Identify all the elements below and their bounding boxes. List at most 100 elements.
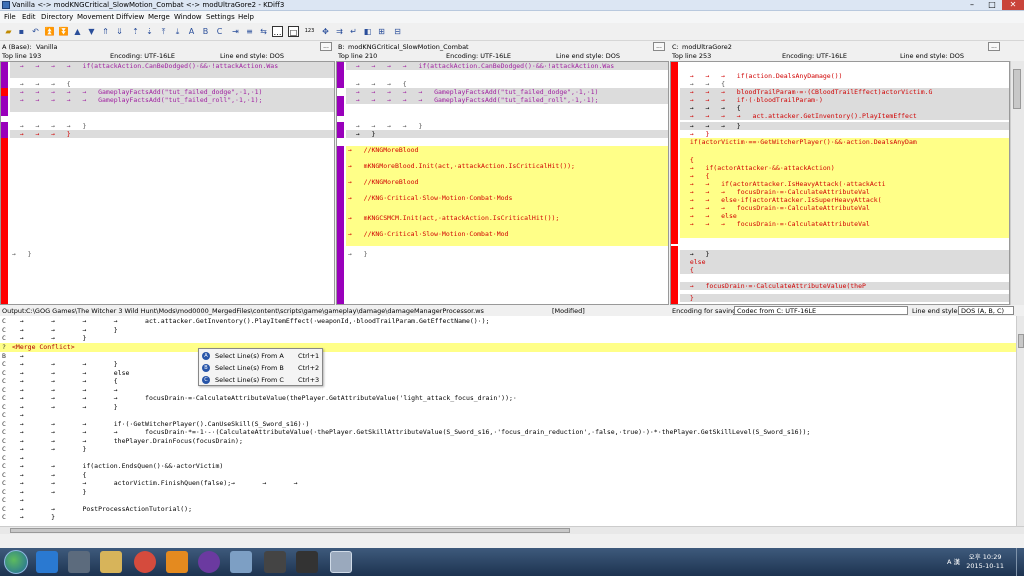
- wordwrap-icon[interactable]: ↵: [348, 26, 359, 37]
- toggle-window-icon[interactable]: □: [288, 26, 299, 37]
- menu-select-from-c[interactable]: C Select Line(s) From C Ctrl+3: [199, 374, 322, 386]
- overview-icon[interactable]: ◧: [362, 26, 373, 37]
- kdiff3-task-icon[interactable]: [330, 551, 352, 573]
- tool-icon[interactable]: [166, 551, 188, 573]
- explorer-icon[interactable]: [100, 551, 122, 573]
- toggle-dots-icon[interactable]: …: [272, 26, 283, 37]
- status-bar: [0, 534, 1024, 548]
- pane-a-code: → → → → if(attackAction.CanBeDodged()·&&…: [10, 62, 334, 304]
- menu-diffview[interactable]: Diffview: [116, 13, 144, 21]
- save-icon[interactable]: ▪: [16, 26, 27, 37]
- encoding-select[interactable]: Codec from C: UTF-16LE: [734, 306, 908, 315]
- select-a-icon[interactable]: A: [186, 26, 197, 37]
- show-tabs-icon[interactable]: ⇆: [258, 26, 269, 37]
- prev-unsolved-icon[interactable]: ⇡: [130, 26, 141, 37]
- gog-icon[interactable]: [198, 551, 220, 573]
- menu-merge[interactable]: Merge: [148, 13, 170, 21]
- pane-c-file[interactable]: modUltraGore2: [682, 43, 732, 51]
- menu-file[interactable]: File: [4, 13, 16, 21]
- output-line: C → → if(action.EndsQuen()·&&·actorVicti…: [2, 462, 224, 470]
- pane-b[interactable]: → → → → if(attackAction.CanBeDodged()·&&…: [336, 61, 669, 305]
- clock[interactable]: 오후 10:29 2015-10-11: [966, 553, 1004, 571]
- pane-a-topline: Top line 193: [2, 52, 42, 60]
- merge-conflict-line[interactable]: ? <Merge Conflict>: [0, 343, 1016, 352]
- witcher-icon[interactable]: [264, 551, 286, 573]
- undo-icon[interactable]: ↶: [30, 26, 41, 37]
- next-unsolved-icon[interactable]: ⇣: [144, 26, 155, 37]
- code-line: → //KNGMoreBlood: [346, 178, 668, 194]
- select-c-icon[interactable]: C: [214, 26, 225, 37]
- menu-settings[interactable]: Settings: [206, 13, 235, 21]
- open-icon[interactable]: ▰: [3, 26, 14, 37]
- code-line: → → → focusDrain·=·CalculateAttributeVal: [680, 220, 1009, 238]
- select-b-icon[interactable]: B: [200, 26, 211, 37]
- app-icon: [2, 1, 10, 9]
- next-delta-icon[interactable]: ▼: [86, 26, 97, 37]
- pane-b-file[interactable]: modKNGCritical_SlowMotion_Combat: [348, 43, 469, 51]
- menu-help[interactable]: Help: [238, 13, 254, 21]
- menu-edit[interactable]: Edit: [22, 13, 36, 21]
- pane-a[interactable]: → → → → if(attackAction.CanBeDodged()·&&…: [0, 61, 335, 305]
- sync-icon[interactable]: ✥: [320, 26, 331, 37]
- split-icon[interactable]: ⇉: [334, 26, 345, 37]
- prev-nonwhite-icon[interactable]: ⤒: [158, 26, 169, 37]
- next-conflict-icon[interactable]: ⇓: [114, 26, 125, 37]
- output-vertical-scrollbar[interactable]: [1016, 316, 1024, 526]
- output-horizontal-scrollbar[interactable]: [0, 526, 1024, 534]
- witcher-launcher-icon[interactable]: [296, 551, 318, 573]
- prev-delta-icon[interactable]: ▲: [72, 26, 83, 37]
- menu-window[interactable]: Window: [174, 13, 202, 21]
- show-whitespace-icon[interactable]: ≡: [244, 26, 255, 37]
- scroll-thumb[interactable]: [1018, 334, 1024, 348]
- close-button[interactable]: ✕: [1002, 0, 1024, 10]
- pane-a-label: A (Base):: [2, 43, 32, 51]
- pane-c[interactable]: → → → if(action.DealsAnyDamage()) → → { …: [670, 61, 1010, 305]
- menu-select-from-b[interactable]: B Select Line(s) From B Ctrl+2: [199, 362, 322, 374]
- maximize-button[interactable]: □: [982, 0, 1002, 10]
- go-top-icon[interactable]: ⏫: [44, 26, 55, 37]
- next-nonwhite-icon[interactable]: ⤓: [172, 26, 183, 37]
- go-bottom-icon[interactable]: ⏬: [58, 26, 69, 37]
- scroll-thumb[interactable]: [10, 528, 570, 533]
- diff-overview-scrollbar[interactable]: [1010, 61, 1024, 305]
- code-line: → }: [12, 250, 32, 258]
- code-line: → }: [680, 250, 1009, 258]
- code-line: {: [680, 156, 1009, 164]
- code-line: → → if(actorAttacker.IsHeavyAttack(·atta…: [680, 180, 1009, 188]
- pane-b-browse-button[interactable]: ...: [653, 42, 665, 51]
- diff-next-icon[interactable]: ⊟: [392, 26, 403, 37]
- output-line: C → → }: [2, 334, 87, 342]
- menu-directory[interactable]: Directory: [41, 13, 73, 21]
- code-line: → → → → → GameplayFactsAdd("tut_failed_r…: [346, 96, 668, 104]
- chrome-icon[interactable]: [134, 551, 156, 573]
- lineend-select[interactable]: DOS (A, B, C): [958, 306, 1014, 315]
- output-line: C → → → → focusDrain·*=·1·-·(CalculateAt…: [2, 428, 811, 436]
- merge-output[interactable]: C → → → → act.attacker.GetInventory().Pl…: [0, 316, 1016, 526]
- code-line: → → → → if(attackAction.CanBeDodged()·&&…: [346, 62, 668, 70]
- notepad-icon[interactable]: [230, 551, 252, 573]
- auto-advance-icon[interactable]: ⇥: [230, 26, 241, 37]
- ime-indicator[interactable]: A 漢: [947, 556, 960, 566]
- pane-a-browse-button[interactable]: ...: [320, 42, 332, 51]
- code-line: → → → {: [12, 80, 71, 88]
- line-numbers-toggle[interactable]: 123: [304, 26, 315, 37]
- scroll-thumb[interactable]: [1013, 69, 1021, 109]
- menu-movement[interactable]: Movement: [77, 13, 114, 21]
- pane-c-browse-button[interactable]: ...: [988, 42, 1000, 51]
- output-line: C → → → if·(·GetWitcherPlayer().CanUseSk…: [2, 419, 310, 428]
- merge-icon[interactable]: ⊞: [376, 26, 387, 37]
- minimize-button[interactable]: –: [962, 0, 982, 10]
- output-line: C → → → else: [2, 368, 130, 377]
- ie-icon[interactable]: [36, 551, 58, 573]
- menu-bar: File Edit Directory Movement Diffview Me…: [0, 11, 1024, 23]
- menu-select-from-a[interactable]: A Select Line(s) From A Ctrl+1: [199, 350, 322, 362]
- prev-conflict-icon[interactable]: ⇑: [100, 26, 111, 37]
- code-line: → {: [680, 172, 1009, 180]
- output-line: C → → PostProcessActionTutorial();: [2, 504, 193, 513]
- pane-a-file[interactable]: Vanilla: [36, 43, 57, 51]
- media-icon[interactable]: [68, 551, 90, 573]
- show-desktop-button[interactable]: [1016, 548, 1024, 576]
- output-path: C:\GOG Games\The Witcher 3 Wild Hunt\Mod…: [26, 307, 484, 315]
- start-button[interactable]: [4, 550, 28, 574]
- lineend-label: Line end style:: [912, 307, 960, 315]
